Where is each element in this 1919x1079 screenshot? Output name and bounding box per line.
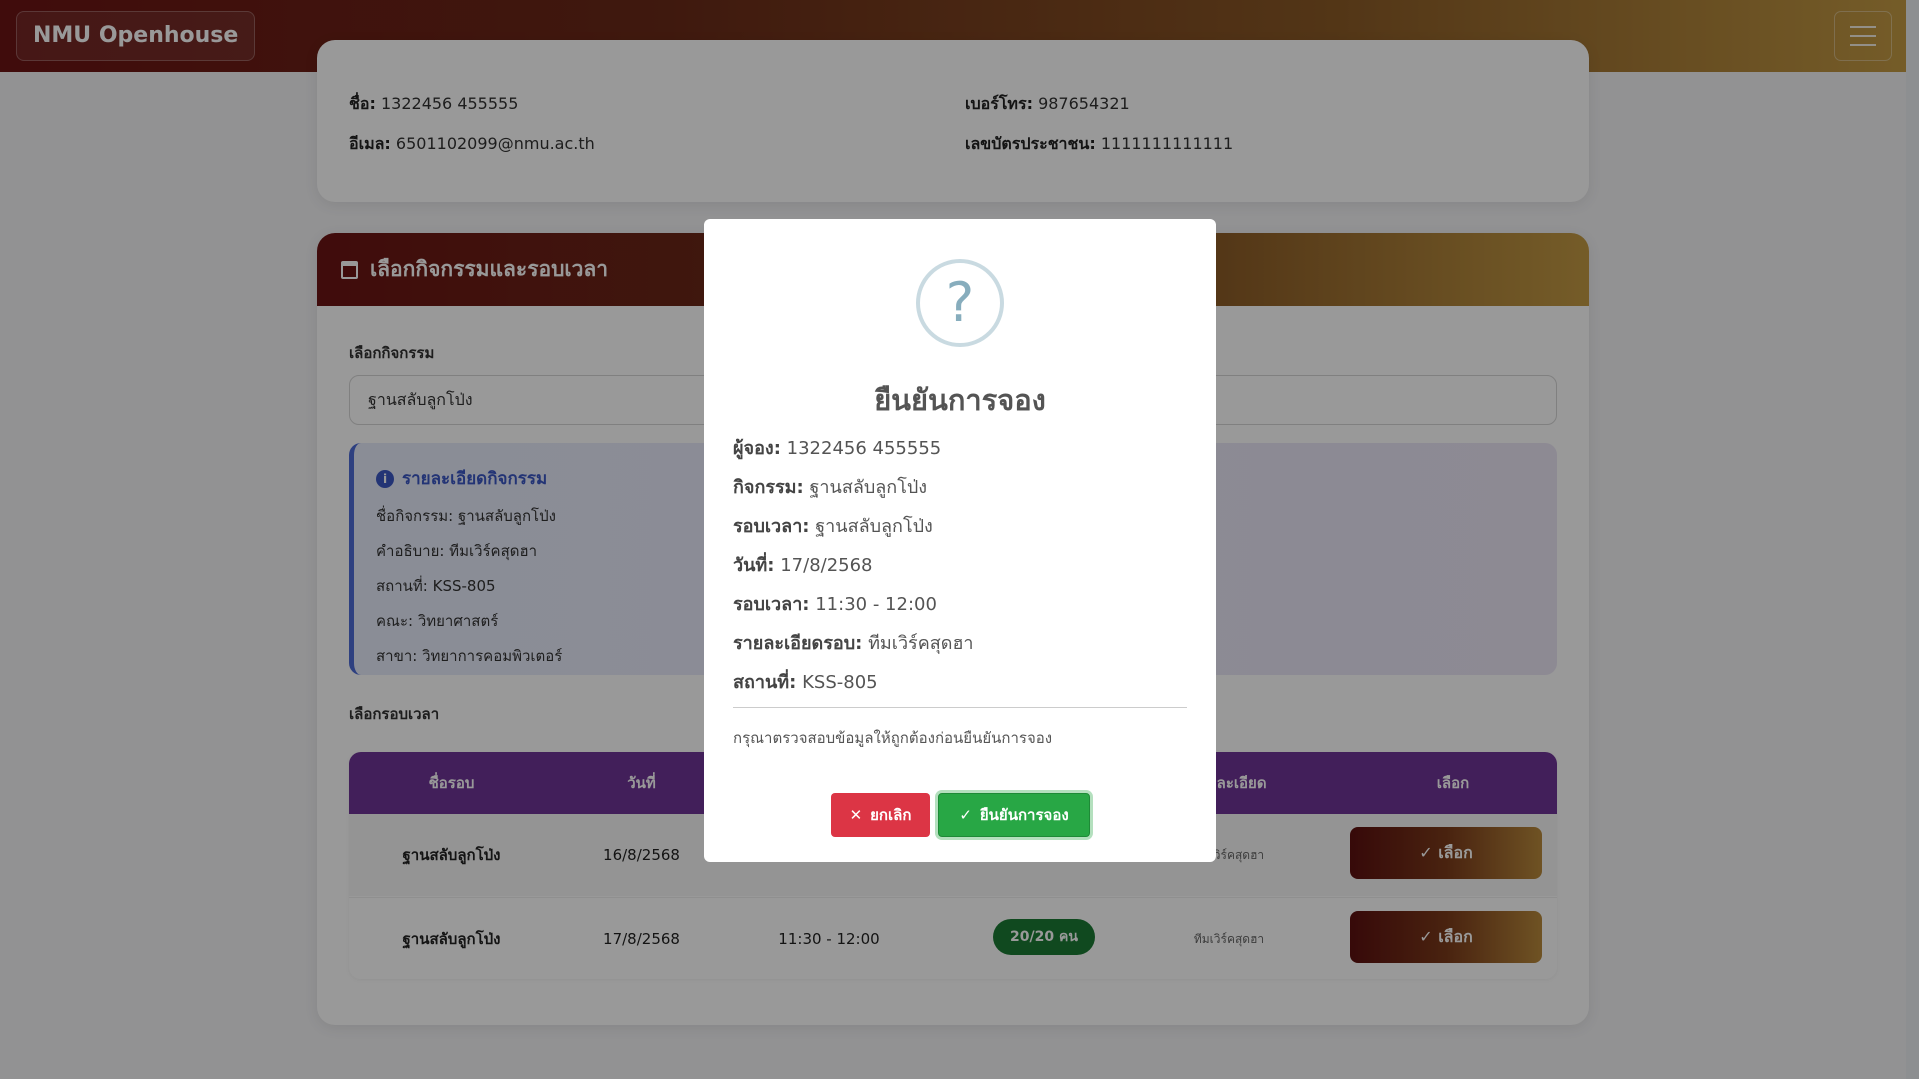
check-icon: ✓ [959, 806, 972, 824]
close-icon: ✕ [849, 806, 863, 824]
round-detail-row: รายละเอียดรอบ: ทีมเวิร์คสุดฮา [733, 633, 974, 654]
date-row: วันที่: 17/8/2568 [733, 555, 873, 576]
time-row: รอบเวลา: 11:30 - 12:00 [733, 594, 937, 615]
question-icon: ? [916, 259, 1004, 347]
cancel-button[interactable]: ✕ ยกเลิก [831, 793, 930, 837]
activity-row: กิจกรรม: ฐานสลับลูกโป่ง [733, 477, 928, 498]
booker-row: ผู้จอง: 1322456 455555 [733, 438, 942, 459]
confirm-booking-dialog: ? ยืนยันการจอง ผู้จอง: 1322456 455555 กิ… [704, 219, 1216, 862]
confirm-booking-button[interactable]: ✓ ยืนยันการจอง [938, 793, 1090, 837]
dialog-note: กรุณาตรวจสอบข้อมูลให้ถูกต้องก่อนยืนยันกา… [733, 729, 1053, 747]
dialog-title: ยืนยันการจอง [874, 383, 1046, 417]
location-row: สถานที่: KSS-805 [733, 672, 878, 693]
divider [733, 707, 1187, 708]
round-row: รอบเวลา: ฐานสลับลูกโป่ง [733, 516, 933, 537]
